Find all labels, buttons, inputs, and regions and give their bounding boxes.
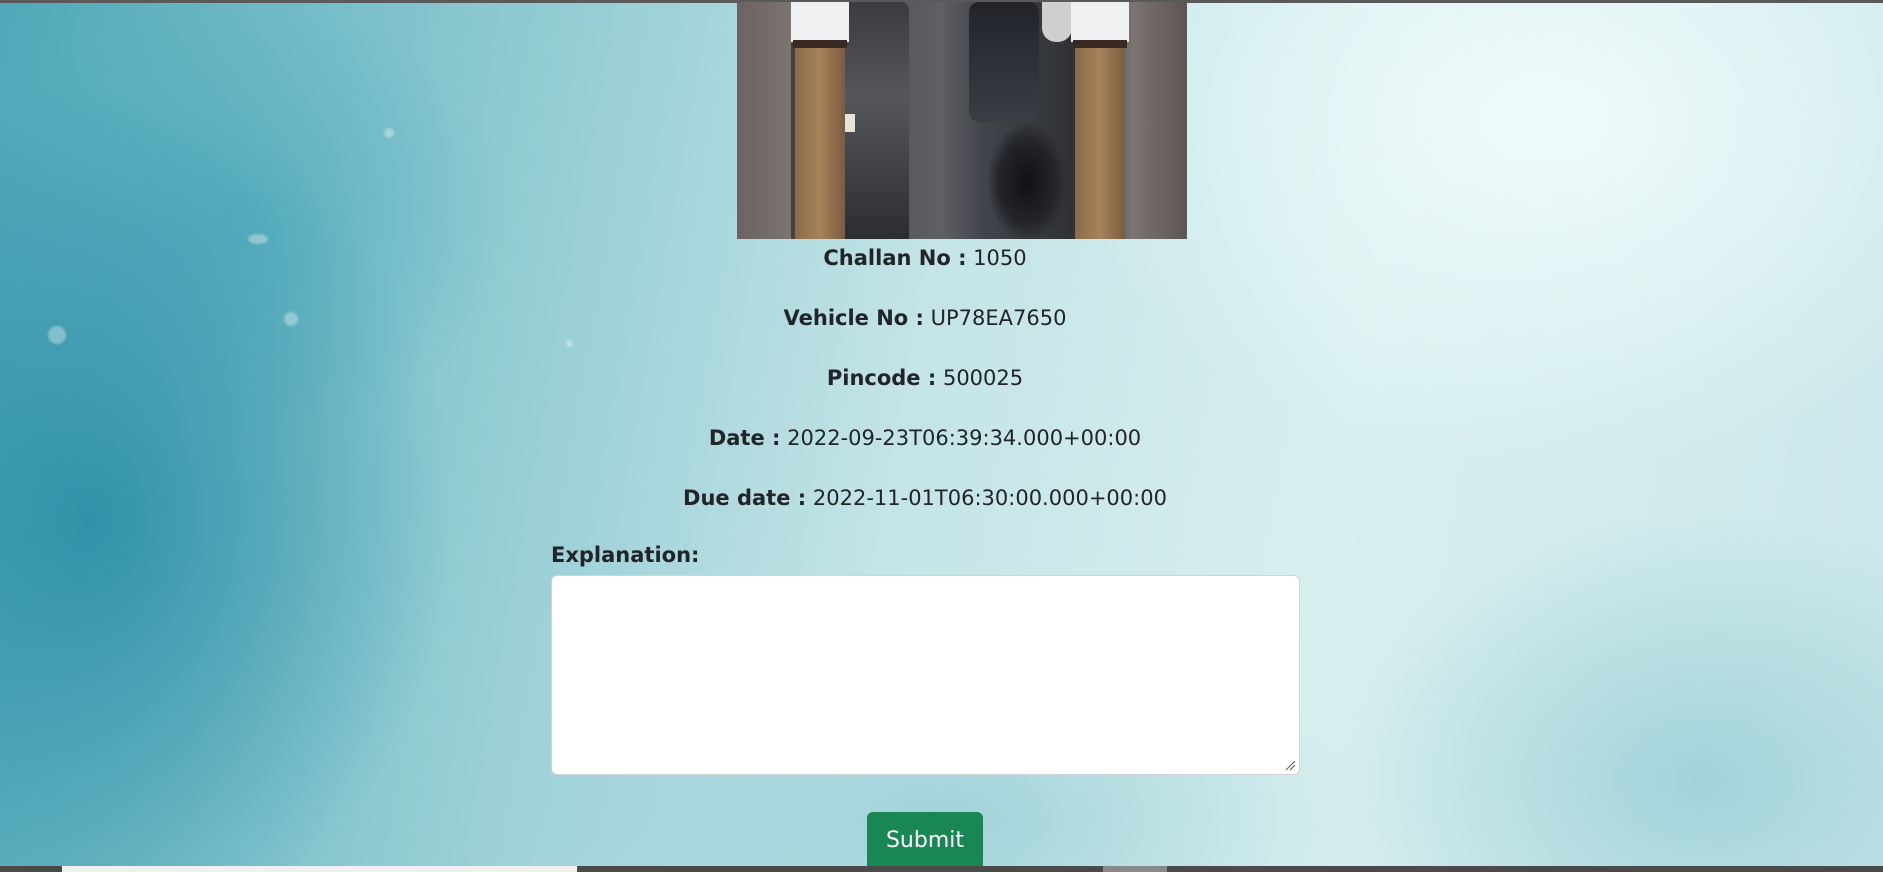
resize-grip-icon[interactable]	[1284, 759, 1296, 771]
vehicle-no-label: Vehicle No :	[783, 306, 924, 330]
vehicle-no-value: UP78EA7650	[930, 306, 1067, 330]
scrollbar-marker	[1103, 866, 1167, 872]
page: Challan No : 1050 Vehicle No : UP78EA765…	[0, 0, 1883, 872]
challan-no-row: Challan No : 1050	[550, 240, 1300, 300]
background-bubble	[48, 326, 66, 344]
pincode-value: 500025	[942, 366, 1024, 390]
photo-officer-left	[791, 2, 849, 239]
pincode-label: Pincode :	[826, 366, 937, 390]
date-row: Date : 2022-09-23T06:39:34.000+00:00	[550, 420, 1300, 480]
vehicle-no-row: Vehicle No : UP78EA7650	[550, 300, 1300, 360]
background-bubble	[284, 312, 298, 326]
pincode-row: Pincode : 500025	[550, 360, 1300, 420]
date-value: 2022-09-23T06:39:34.000+00:00	[787, 426, 1142, 450]
traffic-police-photo	[737, 2, 1187, 239]
submit-button[interactable]: Submit	[867, 812, 983, 871]
challan-no-value: 1050	[973, 246, 1027, 270]
due-date-value: 2022-11-01T06:30:00.000+00:00	[812, 486, 1167, 510]
scrollbar-thumb[interactable]	[62, 866, 577, 872]
due-date-label: Due date :	[683, 486, 807, 510]
explanation-label: Explanation:	[551, 543, 700, 567]
photo-officer-right	[1071, 2, 1129, 239]
background-bubble	[384, 128, 394, 138]
photo-helmet	[1042, 2, 1072, 42]
due-date-row: Due date : 2022-11-01T06:30:00.000+00:00	[550, 480, 1300, 540]
challan-details: Challan No : 1050 Vehicle No : UP78EA765…	[550, 240, 1300, 540]
date-label: Date :	[708, 426, 781, 450]
photo-motorbike	[977, 72, 1067, 239]
explanation-textarea[interactable]	[551, 575, 1300, 775]
challan-no-label: Challan No :	[823, 246, 967, 270]
background-bubble	[248, 234, 268, 244]
